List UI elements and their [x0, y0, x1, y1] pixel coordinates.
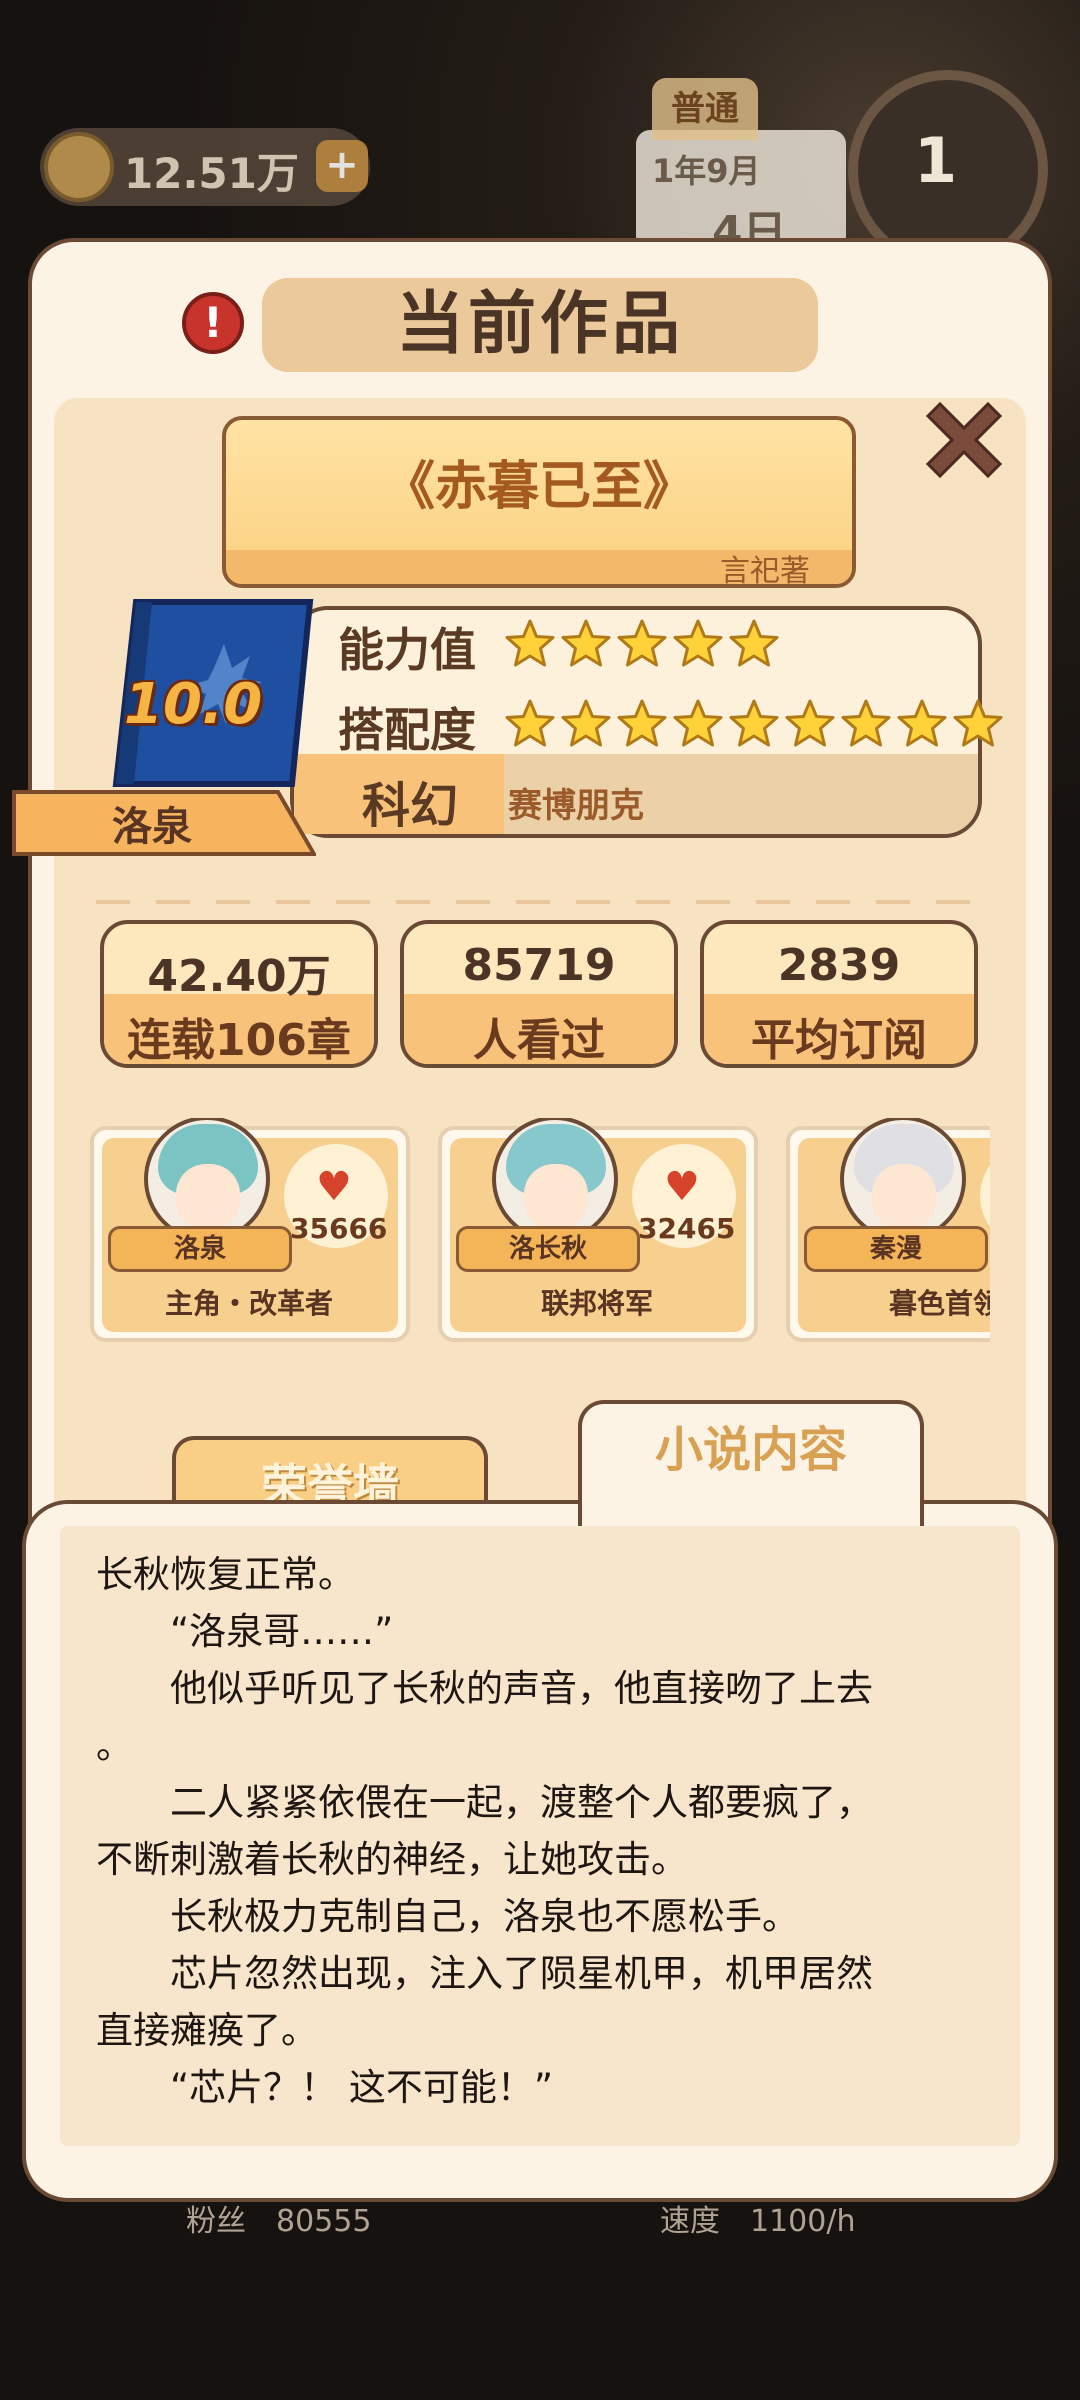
book-score: 10.0 — [124, 672, 263, 737]
book-author: 言祀著 — [720, 554, 810, 589]
heart-icon: ♥ — [316, 1164, 352, 1210]
star-icon — [505, 699, 555, 747]
book-title: 《赤暮已至》 — [382, 457, 695, 517]
clock-value: 1 — [914, 124, 958, 197]
metric-readers-value: 85719 — [462, 940, 616, 991]
avatar — [840, 1118, 966, 1242]
novel-paragraph: 他似乎听见了长秋的声音，他直接吻了上去 — [96, 1667, 873, 1710]
star-icon — [561, 619, 611, 667]
novel-paragraph: 长秋恢复正常。 — [96, 1553, 355, 1596]
novel-paragraph: “芯片？！ 这不可能！” — [96, 2066, 554, 2109]
star-icon — [617, 619, 667, 667]
novel-paragraph: 不断刺激着长秋的神经，让她攻击。 — [96, 1838, 688, 1881]
fans-label: 粉丝 — [186, 2204, 246, 2239]
protagonist-name: 洛泉 — [112, 804, 192, 850]
character-name: 洛泉 — [108, 1226, 292, 1272]
star-icon — [785, 699, 835, 747]
star-icon — [617, 699, 667, 747]
metric-readers: 85719 人看过 — [400, 920, 678, 1068]
metric-subscriptions-value: 2839 — [777, 940, 901, 991]
star-icon — [561, 699, 611, 747]
heart-icon: ♥ — [664, 1164, 700, 1210]
star-icon — [729, 699, 779, 747]
dialog-title: 当前作品 — [395, 285, 684, 364]
genre-label: 科幻 — [362, 778, 459, 834]
metric-subscriptions: 2839 平均订阅 — [700, 920, 978, 1068]
metric-words-value: 42.40万 — [147, 951, 331, 1002]
speed-stat: 速度 1100/h — [660, 2196, 855, 2240]
star-icon — [897, 699, 947, 747]
avatar — [144, 1118, 270, 1242]
match-label: 搭配度 — [338, 703, 476, 757]
metric-words: 42.40万 连载106章 — [100, 920, 378, 1068]
novel-paragraph: 芯片忽然出现，注入了陨星机甲，机甲居然 — [96, 1952, 873, 1995]
close-icon — [925, 401, 1003, 479]
metric-subscriptions-label: 平均订阅 — [751, 1015, 927, 1066]
character-list[interactable]: ♥ 35666 洛泉 主角・改革者 ♥ 32465 洛长秋 联邦将军 秦漫 暮色… — [90, 1118, 990, 1348]
novel-paragraph: 直接瘫痪了。 — [96, 2009, 318, 2052]
star-icon — [673, 699, 723, 747]
tab-novel-content[interactable]: 小说内容 — [578, 1400, 924, 1526]
star-icon — [505, 619, 555, 667]
metric-words-label: 连载106章 — [127, 1015, 351, 1066]
mode-tab: 普通 — [652, 78, 758, 140]
match-stars — [504, 698, 1004, 750]
subgenre-label: 赛博朋克 — [508, 786, 644, 826]
character-card[interactable]: 秦漫 暮色首领 — [786, 1118, 990, 1342]
character-role: 暮色首领 — [888, 1287, 990, 1320]
star-icon — [953, 699, 1003, 747]
ability-stars — [504, 618, 780, 670]
add-coins-button[interactable]: + — [316, 140, 368, 192]
character-role: 联邦将军 — [540, 1287, 653, 1320]
fans-stat: 粉丝 80555 — [186, 2196, 371, 2240]
metric-readers-label: 人看过 — [473, 1015, 605, 1066]
character-likes: 35666 — [290, 1212, 388, 1245]
close-button[interactable] — [910, 386, 1018, 494]
character-card[interactable]: ♥ 32465 洛长秋 联邦将军 — [438, 1118, 758, 1342]
alert-icon[interactable]: ! — [182, 292, 244, 354]
character-role: 主角・改革者 — [164, 1287, 333, 1320]
star-icon — [729, 619, 779, 667]
calendar-date: 1年9月 — [652, 152, 761, 190]
novel-paragraph: 。 — [96, 1724, 133, 1767]
coin-icon — [44, 132, 114, 202]
novel-paragraph: 长秋极力克制自己，洛泉也不愿松手。 — [96, 1895, 799, 1938]
ability-label: 能力值 — [338, 623, 476, 677]
speed-label: 速度 — [660, 2204, 720, 2239]
novel-paragraph: 二人紧紧依偎在一起，渡整个人都要疯了， — [96, 1781, 873, 1824]
speed-value: 1100/h — [750, 2204, 856, 2239]
novel-paragraph: “洛泉哥……” — [96, 1610, 394, 1653]
character-name: 秦漫 — [804, 1226, 988, 1272]
divider — [96, 900, 976, 904]
star-icon — [841, 699, 891, 747]
coin-amount: 12.51万 — [124, 149, 299, 198]
character-likes: 32465 — [638, 1212, 736, 1245]
avatar — [492, 1118, 618, 1242]
character-card[interactable]: ♥ 35666 洛泉 主角・改革者 — [90, 1118, 410, 1342]
character-name: 洛长秋 — [456, 1226, 640, 1272]
fans-value: 80555 — [276, 2204, 372, 2239]
star-icon — [673, 619, 723, 667]
